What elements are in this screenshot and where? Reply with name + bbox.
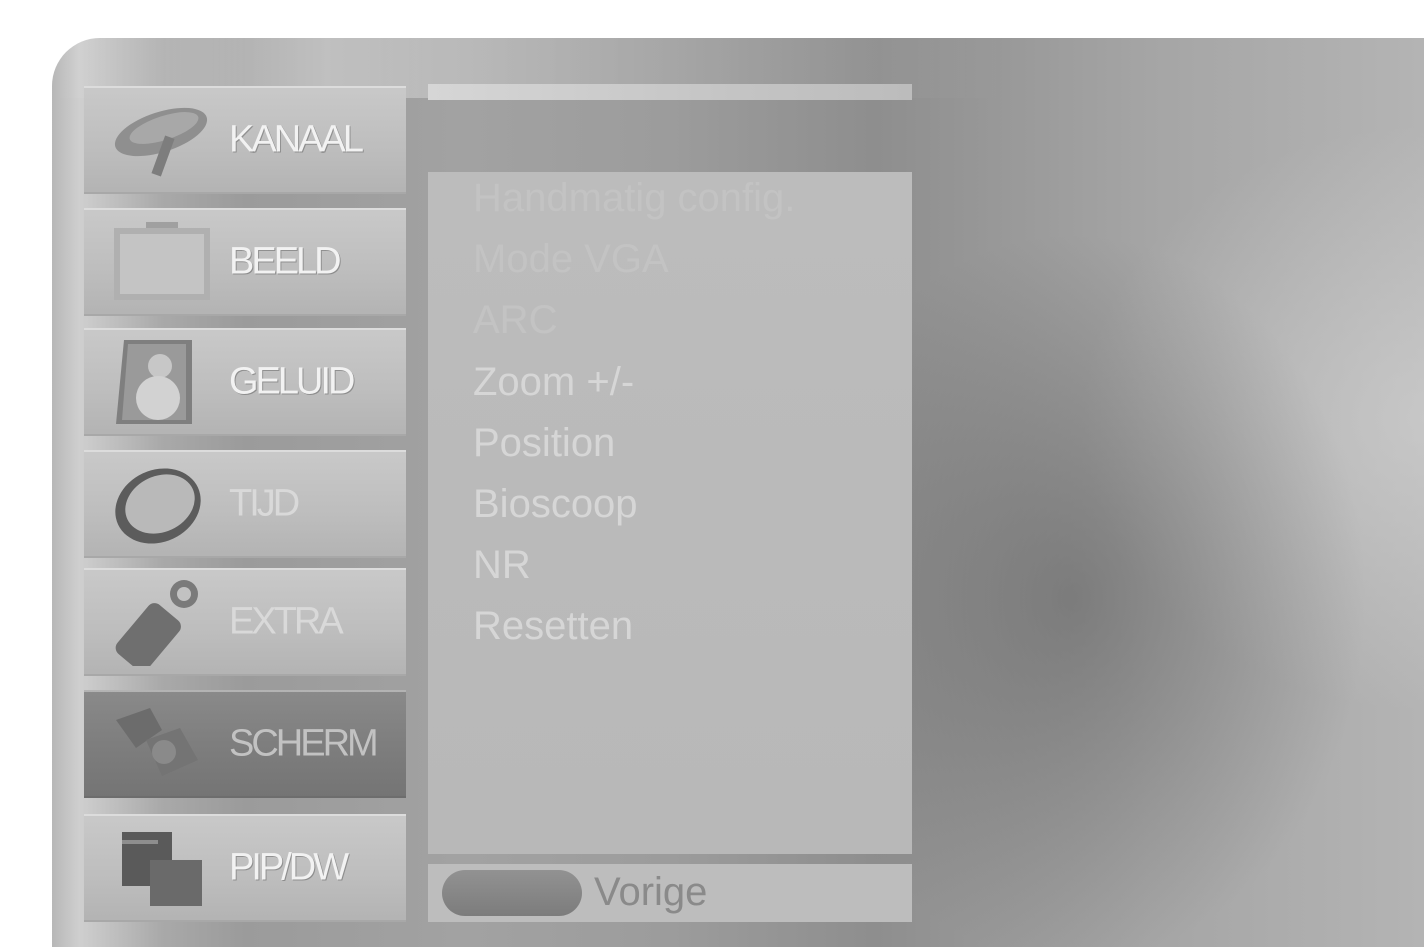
pip-windows-icon — [122, 832, 202, 906]
submenu-item-handmatig-config[interactable]: Handmatig config. — [473, 178, 795, 218]
back-label: Vorige — [594, 870, 708, 914]
submenu-item-position[interactable]: Position — [473, 423, 615, 463]
submenu-item-zoom[interactable]: Zoom +/- — [473, 362, 634, 402]
tab-label-geluid: GELUID — [229, 360, 355, 403]
tab-pipdw[interactable]: PIP/DW — [84, 814, 406, 922]
tab-label-kanaal: KANAAL — [229, 118, 364, 161]
clock-icon — [115, 468, 201, 544]
satellite-dish-icon — [114, 107, 208, 177]
tab-scherm[interactable]: SCHERM — [84, 690, 406, 798]
menu-oval-button-icon[interactable] — [442, 870, 582, 916]
tab-geluid[interactable]: GELUID — [84, 328, 406, 436]
tag-icon — [115, 580, 198, 666]
submenu-item-nr[interactable]: NR — [473, 545, 531, 585]
tab-beeld[interactable]: BEELD — [84, 208, 406, 316]
screen-settings-icon — [116, 708, 198, 776]
submenu-title-bar — [428, 84, 912, 100]
tab-tijd[interactable]: TIJD — [84, 450, 406, 558]
speaker-icon — [116, 340, 192, 424]
picture-screen-icon — [114, 222, 210, 300]
submenu-item-resetten[interactable]: Resetten — [473, 606, 633, 646]
submenu-item-mode-vga[interactable]: Mode VGA — [473, 239, 669, 279]
submenu-list: Handmatig config. Mode VGA ARC Zoom +/- … — [428, 172, 912, 854]
tab-label-pipdw: PIP/DW — [229, 846, 349, 889]
submenu-item-arc[interactable]: ARC — [473, 300, 557, 340]
tab-label-scherm: SCHERM — [229, 722, 379, 765]
tab-label-tijd: TIJD — [229, 482, 300, 525]
tab-label-extra: EXTRA — [229, 600, 344, 643]
tab-label-beeld: BEELD — [229, 240, 342, 283]
tab-extra[interactable]: EXTRA — [84, 568, 406, 676]
osd-menu-panel: KANAAL BEELD GELUID TIJD EXTRA SCHERM PI… — [52, 38, 1424, 947]
submenu-item-bioscoop[interactable]: Bioscoop — [473, 484, 638, 524]
footer-bar: Vorige — [428, 864, 912, 922]
tab-kanaal[interactable]: KANAAL — [84, 86, 406, 194]
